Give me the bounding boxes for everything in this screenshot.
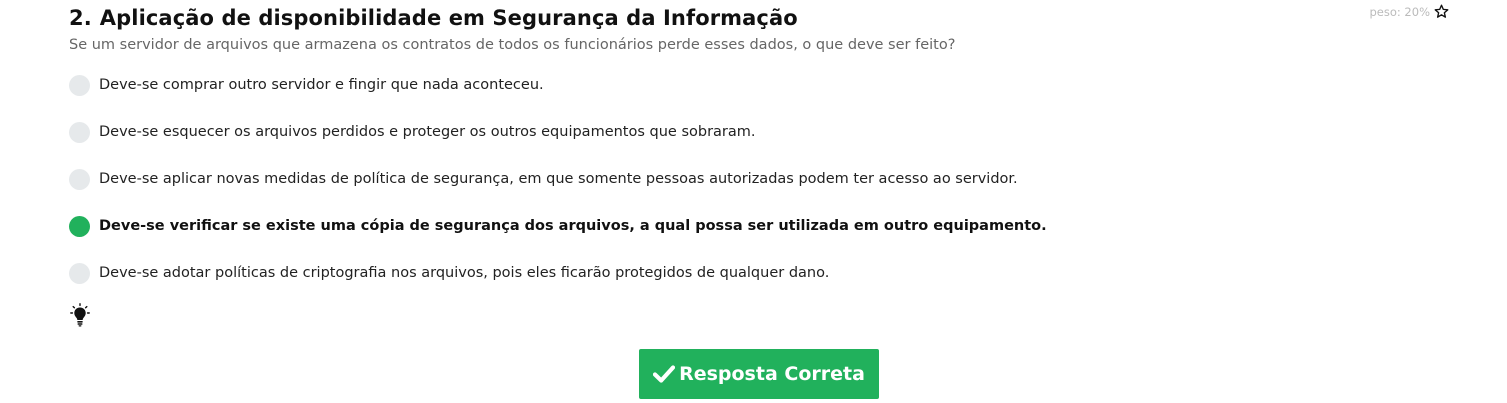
answer-option[interactable]: Deve-se esquecer os arquivos perdidos e … xyxy=(69,120,756,144)
star-outline-icon[interactable] xyxy=(1434,4,1449,19)
question-number: 2. xyxy=(69,6,92,30)
radio-button[interactable] xyxy=(69,262,90,284)
radio-button[interactable] xyxy=(69,74,90,96)
question-weight: peso: 20% xyxy=(1370,4,1450,19)
answer-option[interactable]: Deve-se adotar políticas de criptografia… xyxy=(69,261,829,285)
lightbulb-icon[interactable] xyxy=(70,303,90,327)
answer-option-label: Deve-se adotar políticas de criptografia… xyxy=(99,265,830,281)
correct-answer-button[interactable]: Resposta Correta xyxy=(639,349,879,399)
answer-option-label: Deve-se comprar outro servidor e fingir … xyxy=(99,77,544,93)
question-text: Se um servidor de arquivos que armazena … xyxy=(69,37,956,53)
answer-option[interactable]: Deve-se aplicar novas medidas de polític… xyxy=(69,167,1018,191)
answer-option-label: Deve-se verificar se existe uma cópia de… xyxy=(99,218,1047,234)
weight-label: peso: 20% xyxy=(1369,4,1431,19)
radio-button[interactable] xyxy=(69,121,90,143)
answer-option-selected[interactable]: Deve-se verificar se existe uma cópia de… xyxy=(69,214,1047,238)
answer-option-label: Deve-se aplicar novas medidas de polític… xyxy=(99,171,1018,187)
question-title: 2. Aplicação de disponibilidade em Segura… xyxy=(69,6,798,30)
question-block: 2. Aplicação de disponibilidade em Segura… xyxy=(69,0,1449,403)
radio-button-selected[interactable] xyxy=(69,215,90,237)
question-title-text: Aplicação de disponibilidade em Seguranç… xyxy=(99,6,798,30)
correct-answer-label: Resposta Correta xyxy=(679,363,865,385)
checkmark-icon xyxy=(653,364,676,384)
answer-option[interactable]: Deve-se comprar outro servidor e fingir … xyxy=(69,73,544,97)
answer-option-label: Deve-se esquecer os arquivos perdidos e … xyxy=(99,124,756,140)
radio-button[interactable] xyxy=(69,168,90,190)
